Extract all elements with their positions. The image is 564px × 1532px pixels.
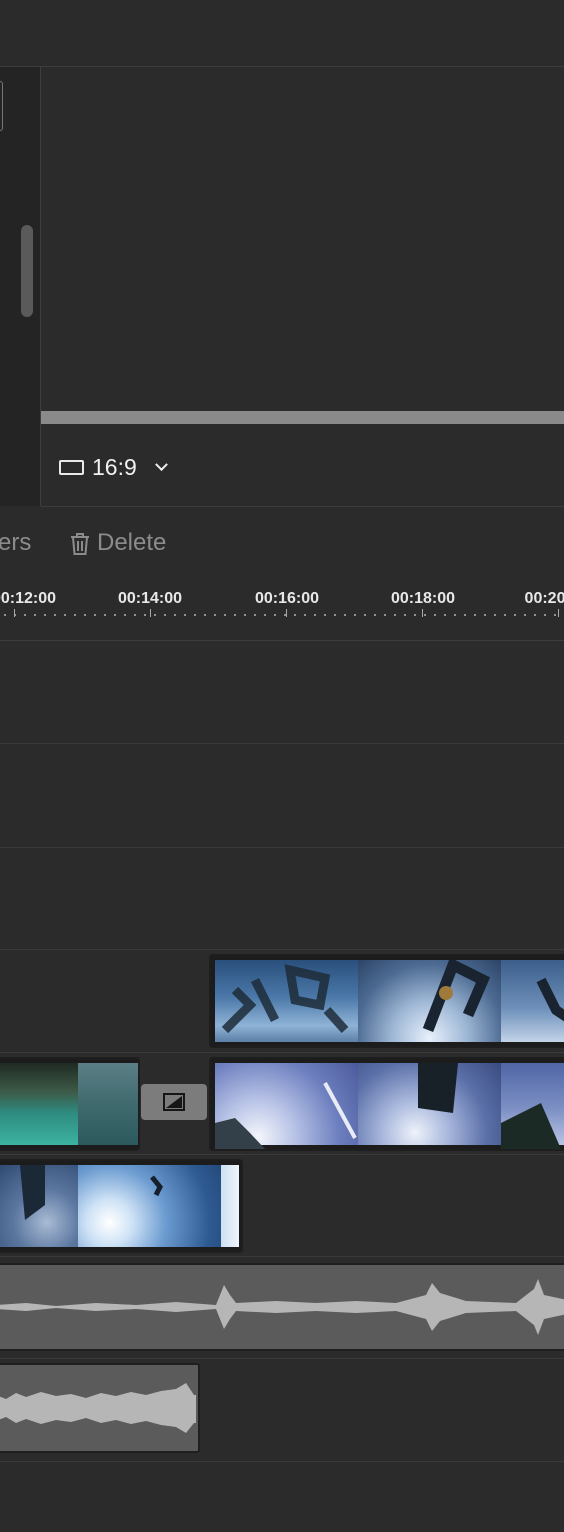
ruler-tick-label: 00:20 bbox=[524, 590, 564, 607]
ruler-major-tick bbox=[286, 609, 287, 617]
clip-thumbnail bbox=[0, 1063, 78, 1145]
timeline-track[interactable] bbox=[0, 848, 564, 950]
preview-viewer bbox=[41, 67, 564, 411]
clip-thumbnail bbox=[78, 1063, 138, 1145]
ruler-tick-label: 00:16:00 bbox=[254, 590, 320, 607]
trash-icon[interactable] bbox=[70, 532, 90, 556]
clip-thumbnail bbox=[501, 960, 564, 1042]
aspect-ratio-label: 16:9 bbox=[92, 454, 137, 480]
aspect-ratio-dropdown[interactable]: 16:9 bbox=[59, 454, 168, 481]
audio-track[interactable] bbox=[0, 1359, 564, 1462]
clip-thumbnail bbox=[215, 1063, 358, 1149]
clip-thumbnail bbox=[358, 960, 501, 1042]
timeline-ruler[interactable]: 00:12:00 00:14:00 00:16:00 00:18:00 00:2… bbox=[0, 577, 564, 641]
clip-thumbnail bbox=[501, 1063, 564, 1149]
audio-track[interactable] bbox=[0, 1257, 564, 1359]
transition-icon bbox=[163, 1093, 185, 1111]
clip-thumbnail bbox=[78, 1165, 221, 1247]
ruler-tick-label: 00:12:00 bbox=[0, 590, 57, 607]
waveform bbox=[0, 1383, 196, 1433]
video-clip[interactable] bbox=[0, 1057, 140, 1151]
timeline-track[interactable] bbox=[0, 744, 564, 848]
clip-thumbnail bbox=[0, 1165, 78, 1247]
top-bar bbox=[0, 0, 564, 67]
video-clip[interactable] bbox=[209, 954, 564, 1048]
ruler-major-tick bbox=[14, 609, 15, 617]
clip-thumbnail bbox=[221, 1165, 239, 1247]
rectangle-icon bbox=[59, 460, 84, 475]
audio-clip[interactable] bbox=[0, 1263, 564, 1351]
video-track[interactable] bbox=[0, 1053, 564, 1155]
clip-thumbnail bbox=[358, 1063, 501, 1145]
waveform bbox=[0, 1279, 564, 1335]
panel-scrollbar[interactable] bbox=[21, 225, 33, 317]
transition-button[interactable] bbox=[141, 1084, 207, 1120]
video-track[interactable] bbox=[0, 950, 564, 1053]
ruler-major-tick bbox=[150, 609, 151, 617]
ruler-tick-label: 00:14:00 bbox=[117, 590, 183, 607]
left-panel bbox=[0, 67, 41, 506]
ruler-tick-label: 00:18:00 bbox=[390, 590, 456, 607]
ruler-dots bbox=[0, 614, 564, 616]
audio-clip[interactable] bbox=[0, 1363, 200, 1453]
markers-button-label[interactable]: ers bbox=[0, 529, 31, 557]
clip-thumbnail bbox=[215, 960, 358, 1042]
preview-scrubber[interactable] bbox=[41, 411, 564, 424]
timeline-track[interactable] bbox=[0, 1462, 564, 1532]
chevron-down-icon bbox=[154, 458, 168, 472]
video-clip[interactable] bbox=[209, 1057, 564, 1151]
timeline-track[interactable] bbox=[0, 641, 564, 744]
panel-item-edge[interactable] bbox=[0, 81, 3, 131]
ruler-major-tick bbox=[558, 609, 559, 617]
ruler-major-tick bbox=[422, 609, 423, 617]
video-clip[interactable] bbox=[0, 1159, 243, 1253]
delete-button[interactable]: Delete bbox=[97, 529, 166, 557]
aspect-row: 16:9 bbox=[41, 424, 564, 507]
video-track[interactable] bbox=[0, 1155, 564, 1257]
